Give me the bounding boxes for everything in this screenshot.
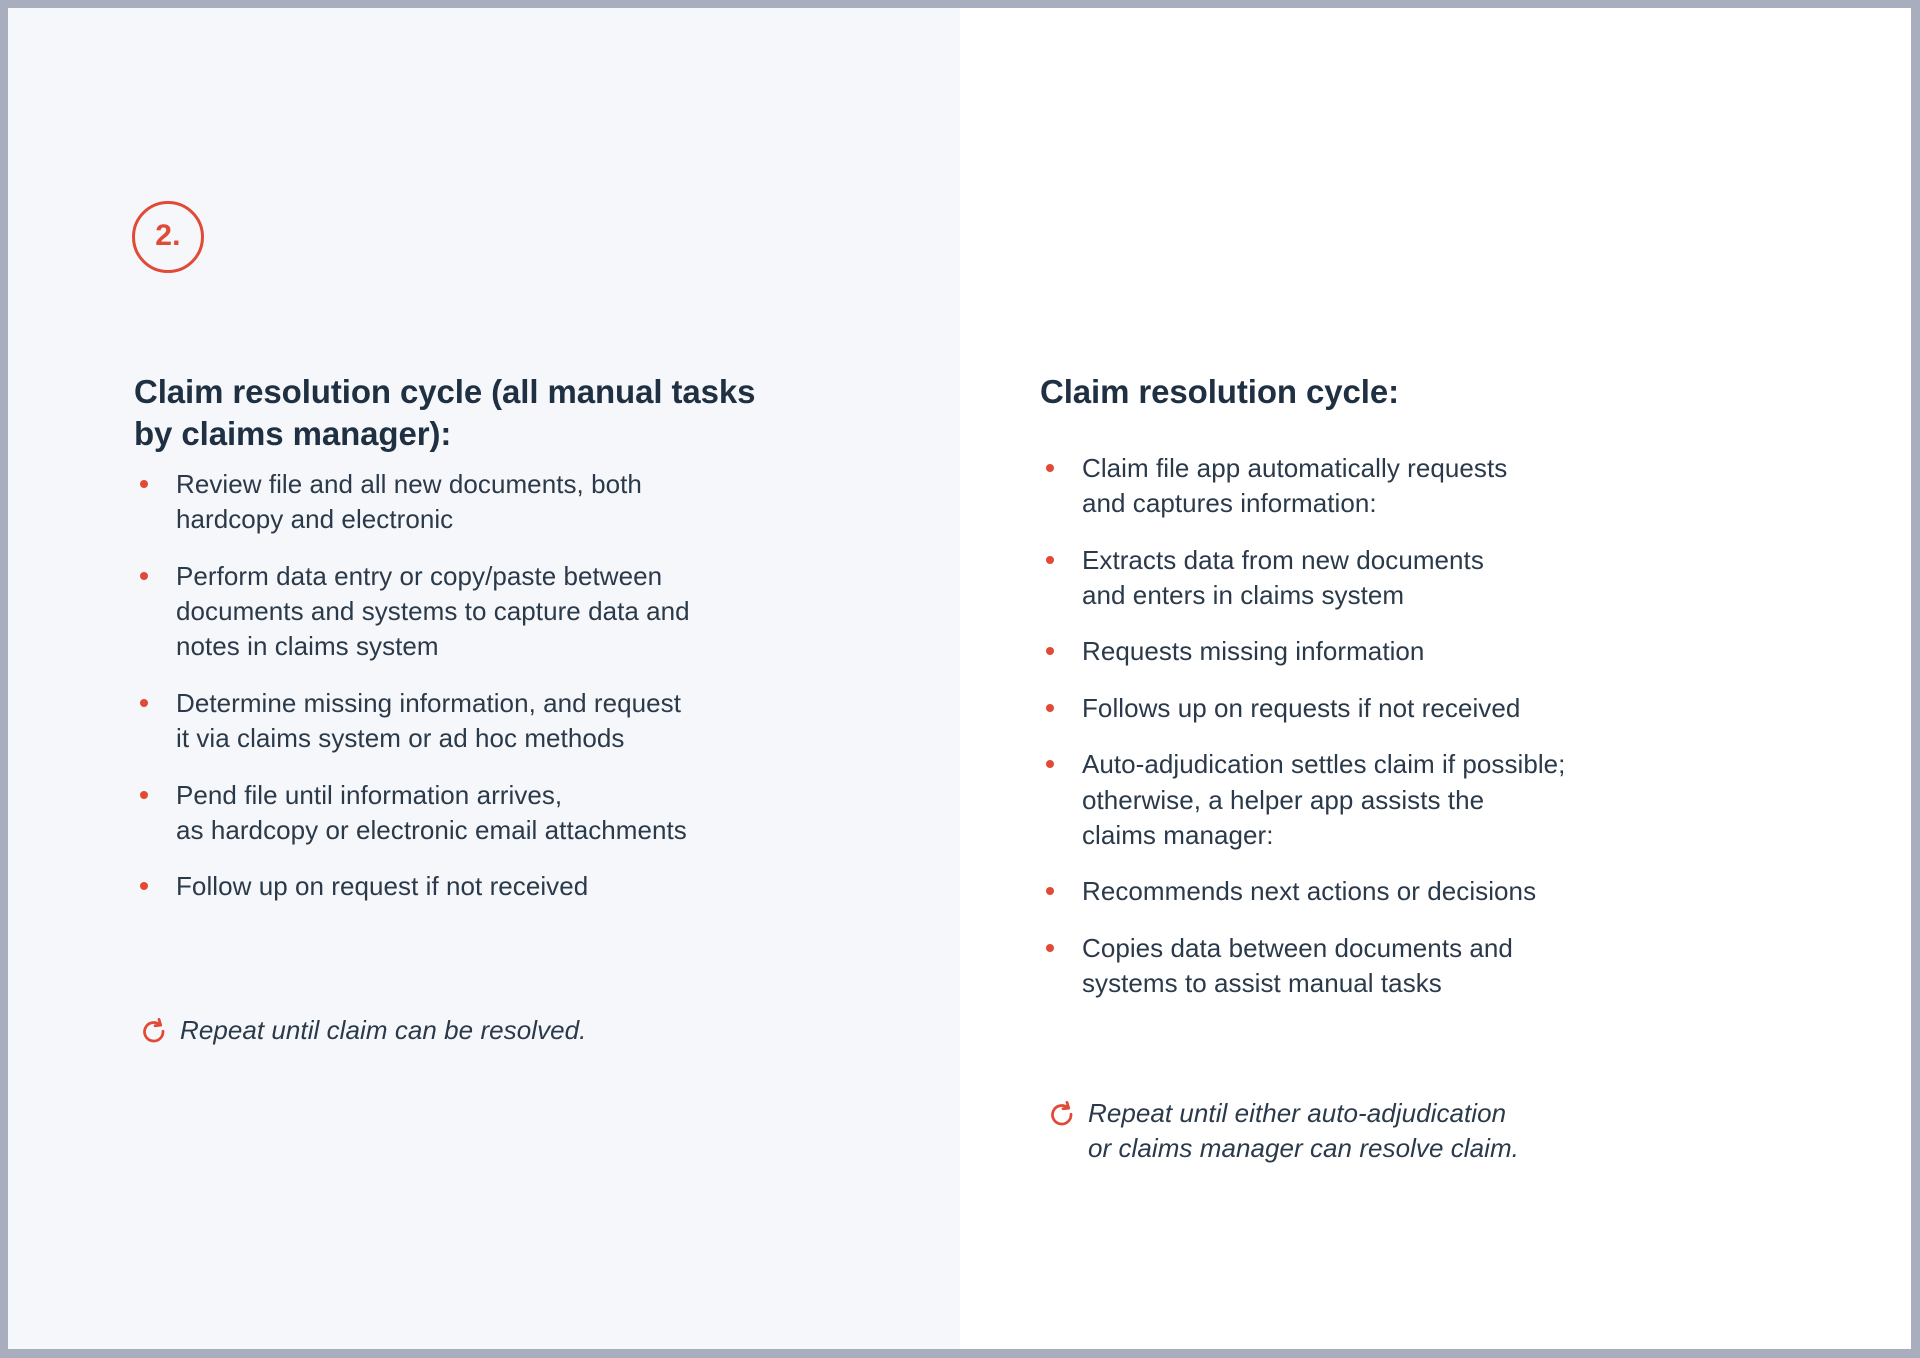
- list-item-text: Pend file until information arrives, as …: [176, 779, 687, 845]
- left-panel: 2. Claim resolution cycle (all manual ta…: [8, 8, 960, 1349]
- list-item: Follows up on requests if not received: [1040, 691, 1760, 726]
- list-item: Recommends next actions or decisions: [1040, 874, 1760, 909]
- list-item: Extracts data from new documents and ent…: [1040, 543, 1760, 614]
- left-repeat-text: Repeat until claim can be resolved.: [180, 1015, 587, 1045]
- list-item: Requests missing information: [1040, 634, 1760, 669]
- bullet-dot-icon: [140, 571, 148, 580]
- list-item-text: Follows up on requests if not received: [1082, 692, 1521, 723]
- bullet-dot-icon: [1046, 887, 1054, 896]
- list-item: Claim file app automatically requests an…: [1040, 451, 1760, 522]
- bullet-dot-icon: [140, 480, 148, 488]
- right-repeat-note: Repeat until either auto-adjudication or…: [1047, 1096, 1767, 1167]
- bullet-dot-icon: [1046, 647, 1054, 656]
- left-repeat-note: Repeat until claim can be resolved.: [139, 1013, 839, 1048]
- bullet-dot-icon: [140, 790, 148, 799]
- list-item-text: Requests missing information: [1082, 636, 1425, 667]
- right-bullet-list: Claim file app automatically requests an…: [1040, 451, 1760, 1001]
- bullet-dot-icon: [1046, 760, 1054, 769]
- left-bullet-list: Review file and all new documents, both …: [134, 467, 834, 905]
- slide-frame: 2. Claim resolution cycle (all manual ta…: [0, 0, 1920, 1358]
- step-number-badge: 2.: [132, 201, 204, 273]
- repeat-cycle-icon: [1047, 1100, 1077, 1130]
- list-item: Perform data entry or copy/paste between…: [134, 559, 834, 665]
- right-panel: Claim resolution cycle: Claim file app a…: [960, 8, 1911, 1349]
- list-item-text: Recommends next actions or decisions: [1082, 876, 1537, 907]
- list-item-text: Review file and all new documents, both …: [176, 469, 642, 535]
- bullet-dot-icon: [1046, 703, 1054, 712]
- list-item: Follow up on request if not received: [134, 869, 834, 904]
- slide-panels: 2. Claim resolution cycle (all manual ta…: [8, 8, 1911, 1349]
- left-panel-heading: Claim resolution cycle (all manual tasks…: [134, 373, 756, 452]
- step-number-label: 2.: [155, 219, 181, 252]
- right-repeat-text: Repeat until either auto-adjudication or…: [1088, 1098, 1519, 1164]
- bullet-dot-icon: [140, 882, 148, 891]
- bullet-dot-icon: [1046, 464, 1054, 472]
- list-item: Determine missing information, and reque…: [134, 686, 834, 757]
- bullet-dot-icon: [140, 698, 148, 707]
- list-item-text: Follow up on request if not received: [176, 871, 589, 902]
- list-item: Review file and all new documents, both …: [134, 467, 834, 538]
- list-item-text: Extracts data from new documents and ent…: [1082, 544, 1484, 611]
- bullet-dot-icon: [1046, 943, 1054, 952]
- list-item-text: Perform data entry or copy/paste between…: [176, 560, 690, 662]
- list-item-text: Auto-adjudication settles claim if possi…: [1082, 749, 1566, 850]
- list-item: Pend file until information arrives, as …: [134, 778, 834, 849]
- list-item: Copies data between documents and system…: [1040, 931, 1760, 1002]
- repeat-cycle-icon: [139, 1017, 169, 1047]
- list-item-text: Determine missing information, and reque…: [176, 687, 681, 754]
- list-item-text: Claim file app automatically requests an…: [1082, 453, 1508, 519]
- list-item-text: Copies data between documents and system…: [1082, 932, 1513, 998]
- list-item: Auto-adjudication settles claim if possi…: [1040, 747, 1760, 853]
- right-panel-heading: Claim resolution cycle:: [1040, 373, 1399, 411]
- bullet-dot-icon: [1046, 555, 1054, 564]
